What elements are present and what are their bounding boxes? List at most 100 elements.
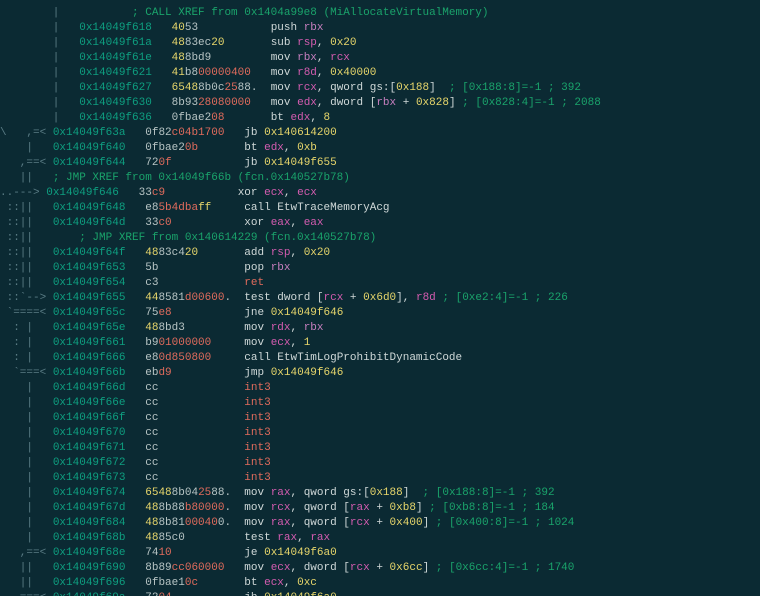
asm-row[interactable]: ,==< 0x14049f644 720f jb 0x14049f655 — [0, 156, 760, 171]
address: 0x14049f640 — [53, 142, 126, 154]
asm-row[interactable]: | 0x14049f67d 488b88b80000. mov rcx, qwo… — [0, 501, 760, 516]
address: 0x14049f65c — [53, 307, 126, 319]
hex-bytes: e80d850800 — [145, 352, 244, 364]
asm-row[interactable]: | 0x14049f671 cc int3 — [0, 441, 760, 456]
address: 0x14049f69a — [53, 592, 126, 596]
inline-comment: ; [0x6cc:4]=-1 ; 1740 — [436, 562, 575, 574]
asm-row[interactable]: | 0x14049f66e cc int3 — [0, 396, 760, 411]
mnemonic: int3 — [244, 472, 270, 484]
mnemonic: bt — [244, 142, 264, 154]
hex-bytes: 5b — [145, 262, 244, 274]
asm-row[interactable]: ::|| 0x14049f64d 33c0 xor eax, eax — [0, 216, 760, 231]
asm-row[interactable]: | 0x14049f627 65488b0c2588. mov rcx, qwo… — [0, 81, 760, 96]
address: 0x14049f673 — [53, 472, 126, 484]
hex-bytes: cc — [145, 397, 244, 409]
asm-row[interactable]: | 0x14049f636 0fbae208 bt edx, 8 — [0, 111, 760, 126]
address: 0x14049f61a — [79, 37, 152, 49]
xref-comment: ; JMP XREF from 0x14049f66b (fcn.0x14052… — [53, 172, 350, 184]
asm-row[interactable]: || 0x14049f690 8b89cc060000 mov ecx, dwo… — [0, 561, 760, 576]
address: 0x14049f674 — [53, 487, 126, 499]
mnemonic: int3 — [244, 412, 270, 424]
mnemonic: mov — [244, 517, 270, 529]
address: 0x14049f61e — [79, 52, 152, 64]
hex-bytes: 0fbae10c — [145, 577, 244, 589]
hex-bytes: ebd9 — [145, 367, 244, 379]
mnemonic: bt — [244, 577, 264, 589]
asm-row[interactable]: | 0x14049f61a 4883ec20 sub rsp, 0x20 — [0, 36, 760, 51]
asm-row[interactable]: : | 0x14049f661 b901000000 mov ecx, 1 — [0, 336, 760, 351]
address: 0x14049f684 — [53, 517, 126, 529]
hex-bytes: cc — [145, 457, 244, 469]
address: 0x14049f621 — [79, 67, 152, 79]
asm-row[interactable]: | 0x14049f670 cc int3 — [0, 426, 760, 441]
hex-bytes: 7410 — [145, 547, 244, 559]
asm-row[interactable]: : | 0x14049f666 e80d850800 call EtwTimLo… — [0, 351, 760, 366]
xref-comment: ; CALL XREF from 0x1404a99e8 (MiAllocate… — [132, 7, 488, 19]
asm-row[interactable]: ::|| ; JMP XREF from 0x140614229 (fcn.0x… — [0, 231, 760, 246]
asm-row[interactable]: ::|| 0x14049f653 5b pop rbx — [0, 261, 760, 276]
hex-bytes: 488b81000400. — [145, 517, 244, 529]
asm-row[interactable]: | 0x14049f630 8b9328080000 mov edx, dwor… — [0, 96, 760, 111]
hex-bytes: cc — [145, 412, 244, 424]
asm-row[interactable]: || 0x14049f696 0fbae10c bt ecx, 0xc — [0, 576, 760, 591]
address: 0x14049f66d — [53, 382, 126, 394]
mnemonic: mov — [271, 82, 297, 94]
address: 0x14049f646 — [46, 187, 119, 199]
asm-row[interactable]: | 0x14049f640 0fbae20b bt edx, 0xb — [0, 141, 760, 156]
hex-bytes: 448581d00600. — [145, 292, 244, 304]
mnemonic: int3 — [244, 397, 270, 409]
mnemonic: jmp — [244, 367, 270, 379]
mnemonic: test — [244, 532, 277, 544]
inline-comment: ; [0x188:8]=-1 ; 392 — [423, 487, 555, 499]
hex-bytes: 65488b0c2588. — [172, 82, 271, 94]
asm-row[interactable]: ::|| 0x14049f64f 4883c420 add rsp, 0x20 — [0, 246, 760, 261]
asm-row[interactable]: | 0x14049f674 65488b042588. mov rax, qwo… — [0, 486, 760, 501]
hex-bytes: 33c9 — [139, 187, 238, 199]
asm-row[interactable]: | 0x14049f66f cc int3 — [0, 411, 760, 426]
hex-bytes: 4883ec20 — [172, 37, 271, 49]
asm-row[interactable]: `====< 0x14049f65c 75e8 jne 0x14049f646 — [0, 306, 760, 321]
address: 0x14049f66f — [53, 412, 126, 424]
asm-row[interactable]: | 0x14049f68b 4885c0 test rax, rax — [0, 531, 760, 546]
asm-row[interactable]: | ; CALL XREF from 0x1404a99e8 (MiAlloca… — [0, 6, 760, 21]
mnemonic: sub — [271, 37, 297, 49]
asm-row[interactable]: ,==< 0x14049f68e 7410 je 0x14049f6a0 — [0, 546, 760, 561]
address: 0x14049f64f — [53, 247, 126, 259]
asm-row[interactable]: ::|| 0x14049f648 e85b4dbaff call EtwTrac… — [0, 201, 760, 216]
asm-row[interactable]: \ ,=< 0x14049f63a 0f82c04b1700 jb 0x1406… — [0, 126, 760, 141]
asm-row[interactable]: | 0x14049f618 4053 push rbx — [0, 21, 760, 36]
mnemonic: int3 — [244, 382, 270, 394]
asm-row[interactable]: ::|| 0x14049f654 c3 ret — [0, 276, 760, 291]
address: 0x14049f627 — [79, 82, 152, 94]
asm-row[interactable]: | 0x14049f66d cc int3 — [0, 381, 760, 396]
mnemonic: test — [244, 292, 277, 304]
asm-row[interactable]: | 0x14049f673 cc int3 — [0, 471, 760, 486]
address: 0x14049f661 — [53, 337, 126, 349]
address: 0x14049f644 — [53, 157, 126, 169]
mnemonic: je — [244, 547, 264, 559]
asm-row[interactable]: ..---> 0x14049f646 33c9 xor ecx, ecx — [0, 186, 760, 201]
mnemonic: jne — [244, 307, 270, 319]
asm-row[interactable]: | 0x14049f672 cc int3 — [0, 456, 760, 471]
hex-bytes: 41b800000400 — [172, 67, 271, 79]
hex-bytes: e85b4dbaff — [145, 202, 244, 214]
address: 0x14049f696 — [53, 577, 126, 589]
mnemonic: mov — [244, 562, 270, 574]
asm-row[interactable]: || ; JMP XREF from 0x14049f66b (fcn.0x14… — [0, 171, 760, 186]
mnemonic: call — [244, 352, 277, 364]
asm-row[interactable]: | 0x14049f684 488b81000400. mov rax, qwo… — [0, 516, 760, 531]
asm-row[interactable]: ,===< 0x14049f69a 7204 jb 0x14049f6a0 — [0, 591, 760, 596]
address: 0x14049f68b — [53, 532, 126, 544]
asm-row[interactable]: | 0x14049f621 41b800000400 mov r8d, 0x40… — [0, 66, 760, 81]
address: 0x14049f66e — [53, 397, 126, 409]
hex-bytes: 33c0 — [145, 217, 244, 229]
asm-row[interactable]: | 0x14049f61e 488bd9 mov rbx, rcx — [0, 51, 760, 66]
hex-bytes: 4883c420 — [145, 247, 244, 259]
asm-row[interactable]: ::`--> 0x14049f655 448581d00600. test dw… — [0, 291, 760, 306]
address: 0x14049f672 — [53, 457, 126, 469]
asm-row[interactable]: `===< 0x14049f66b ebd9 jmp 0x14049f646 — [0, 366, 760, 381]
address: 0x14049f636 — [79, 112, 152, 124]
asm-row[interactable]: : | 0x14049f65e 488bd3 mov rdx, rbx — [0, 321, 760, 336]
address: 0x14049f671 — [53, 442, 126, 454]
mnemonic: mov — [271, 97, 297, 109]
